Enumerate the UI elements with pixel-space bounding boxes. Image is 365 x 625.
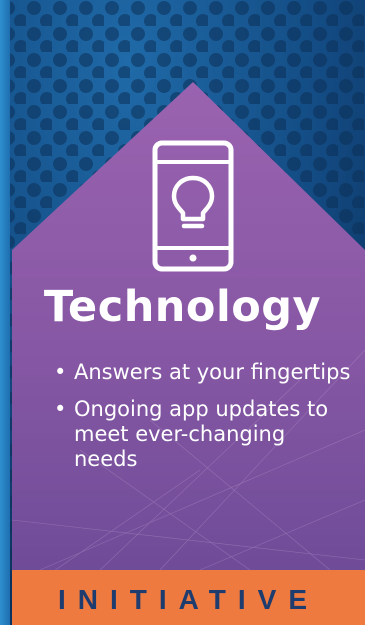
banner-label: INITIATIVE [57,584,320,615]
initiative-banner: INITIATIVE [12,570,365,625]
list-item: • Ongoing app updates to meet ever-chang… [52,397,352,472]
page-title: Technology [43,282,322,332]
smartphone-lightbulb-icon [152,140,234,272]
bullet-icon: • [54,397,67,421]
feature-list: • Answers at your fingertips • Ongoing a… [52,360,352,484]
list-item-text: Ongoing app updates to meet ever-changin… [74,397,329,471]
list-item-text: Answers at your fingertips [74,360,351,384]
list-item: • Answers at your fingertips [52,360,352,385]
bullet-icon: • [54,360,67,384]
